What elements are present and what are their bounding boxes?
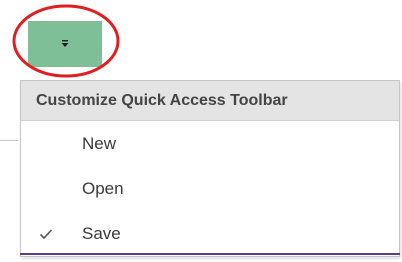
menu-item-open[interactable]: Open <box>21 166 399 211</box>
background-divider <box>0 140 18 141</box>
customize-qat-menu: Customize Quick Access Toolbar New Open … <box>20 80 400 257</box>
app-stage: Customize Quick Access Toolbar New Open … <box>0 0 402 262</box>
customize-dropdown-icon <box>61 40 69 47</box>
menu-item-label: New <box>82 133 117 153</box>
menu-header: Customize Quick Access Toolbar <box>21 81 399 121</box>
menu-accent-line <box>20 253 400 255</box>
menu-item-label: Save <box>82 223 121 243</box>
menu-item-save[interactable]: Save <box>21 211 399 256</box>
menu-item-label: Open <box>82 178 124 198</box>
menu-item-new[interactable]: New <box>21 121 399 166</box>
checkmark-icon <box>39 228 53 239</box>
customize-qat-button[interactable] <box>28 21 102 67</box>
